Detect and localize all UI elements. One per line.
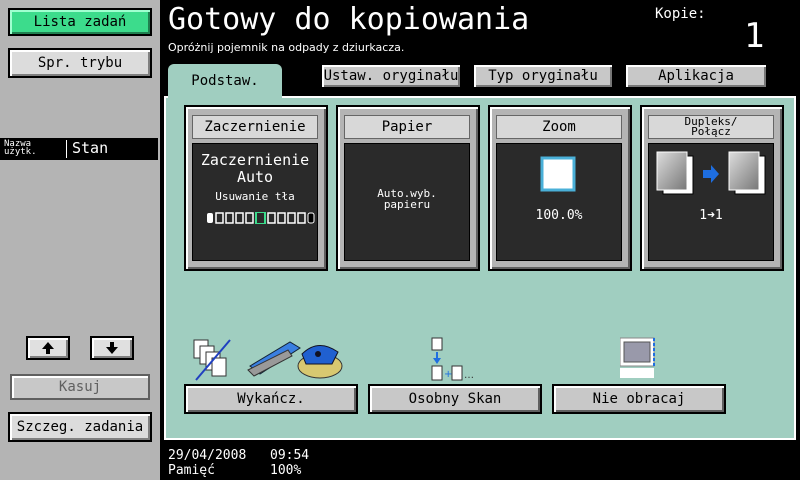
memory-label: Pamięć: [168, 463, 215, 478]
zoom-title: Zoom: [496, 115, 622, 139]
separate-scan-icon: + …: [431, 337, 474, 381]
page-title: Gotowy do kopiowania: [168, 2, 530, 37]
finishing-button[interactable]: Wykańcz.: [184, 384, 358, 414]
duplex-display: 1➜1: [648, 143, 774, 261]
density-card[interactable]: Zaczernienie Zaczernienie Auto Usuwanie …: [184, 105, 328, 271]
scroll-up-button[interactable]: [26, 336, 70, 360]
paper-select-label: papieru: [383, 198, 431, 211]
user-name-column-header: Nazwa użytk.: [4, 139, 37, 157]
finishing-icon: [193, 339, 343, 381]
status-message: Opróżnij pojemnik na odpady z dziurkacza…: [168, 41, 405, 54]
separate-scan-button[interactable]: Osobny Skan: [368, 384, 542, 414]
job-list-label: Lista zadań: [33, 14, 127, 30]
duplex-title: Dupleks/Połącz: [648, 115, 774, 139]
density-display: Zaczernienie Auto Usuwanie tła: [192, 143, 318, 261]
copies-label: Kopie:: [655, 6, 706, 22]
tab-application[interactable]: Aplikacja: [624, 63, 768, 89]
job-list-header: Nazwa użytk. Stan: [0, 138, 158, 160]
duplex-mode-icon: [656, 151, 766, 195]
delete-button[interactable]: Kasuj: [10, 374, 150, 400]
tab-original-type-label: Typ oryginału: [488, 68, 598, 84]
memory-value: 100%: [270, 463, 302, 478]
zoom-value: 100.0%: [535, 208, 583, 223]
mode-check-button[interactable]: Spr. trybu: [8, 48, 152, 78]
svg-text:…: …: [464, 370, 474, 381]
date-display: 29/04/2008: [168, 448, 247, 463]
paper-card[interactable]: Papier Auto.wyb. papieru: [336, 105, 480, 271]
left-panel: Lista zadań Spr. trybu Nazwa użytk. Stan …: [0, 0, 160, 480]
page-size-icon: [540, 156, 576, 192]
tab-basic[interactable]: Podstaw.: [168, 64, 282, 98]
job-details-label: Szczeg. zadania: [16, 419, 144, 435]
zoom-card[interactable]: Zoom 100.0%: [488, 105, 632, 271]
copies-value: 1: [744, 16, 765, 56]
duplex-mode-value: 1➜1: [699, 208, 723, 223]
status-bar: 29/04/2008 09:54 Pamięć 100%: [160, 440, 800, 480]
duplex-card[interactable]: Dupleks/Połącz 1➜1: [640, 105, 784, 271]
arrow-down-icon: [106, 342, 118, 354]
job-list-button[interactable]: Lista zadań: [8, 8, 152, 36]
tab-original-settings-label: Ustaw. oryginału: [323, 68, 459, 84]
tab-original-settings[interactable]: Ustaw. oryginału: [320, 63, 462, 89]
tab-original-type[interactable]: Typ oryginału: [472, 63, 614, 89]
no-rotate-button[interactable]: Nie obracaj: [552, 384, 726, 414]
column-divider: [66, 140, 67, 158]
density-title: Zaczernienie: [192, 115, 318, 139]
density-auto-label: Auto: [236, 168, 274, 186]
density-scale-icon: [207, 212, 315, 224]
arrow-up-icon: [42, 342, 54, 354]
job-details-button[interactable]: Szczeg. zadania: [8, 412, 152, 442]
delete-label: Kasuj: [58, 379, 102, 395]
svg-text:+: +: [444, 369, 452, 380]
background-removal-label: Usuwanie tła: [215, 190, 295, 203]
no-rotate-label: Nie obracaj: [592, 391, 686, 407]
tab-basic-label: Podstaw.: [191, 73, 259, 89]
finishing-label: Wykańcz.: [237, 391, 305, 407]
time-display: 09:54: [270, 448, 310, 463]
tab-application-label: Aplikacja: [658, 68, 734, 84]
paper-title: Papier: [344, 115, 470, 139]
status-column-header: Stan: [72, 139, 109, 157]
zoom-display: 100.0%: [496, 143, 622, 261]
scroll-down-button[interactable]: [90, 336, 134, 360]
density-mode-label: Zaczernienie: [200, 151, 310, 169]
no-rotate-icon: [620, 337, 655, 378]
paper-display: Auto.wyb. papieru: [344, 143, 470, 261]
separate-scan-label: Osobny Skan: [408, 391, 502, 407]
mode-check-label: Spr. trybu: [37, 55, 123, 71]
